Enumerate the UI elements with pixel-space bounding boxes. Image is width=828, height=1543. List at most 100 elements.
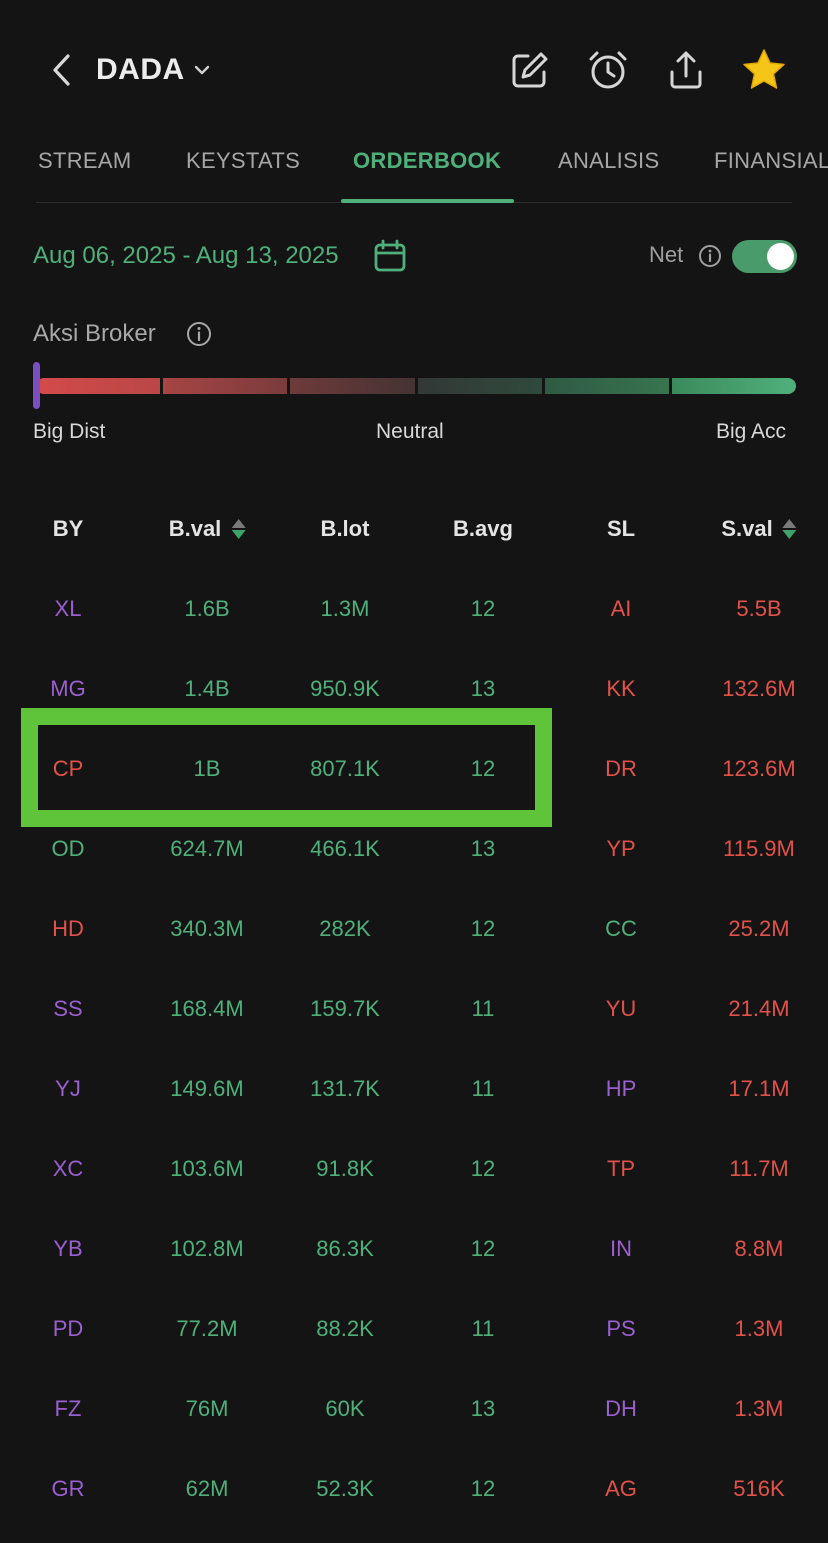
tab-bar: STREAM KEYSTATS ORDERBOOK ANALISIS FINAN… [0, 130, 828, 204]
table-row[interactable]: HD 340.3M 282K 12 CC 25.2M [0, 890, 828, 970]
sell-value: 1.3M [734, 1396, 784, 1421]
sell-value: 516K [733, 1476, 785, 1501]
buyer-broker-code[interactable]: XC [53, 1156, 84, 1182]
seller-broker-code[interactable]: CC [605, 916, 637, 942]
filter-row: Aug 06, 2025 - Aug 13, 2025 Net [0, 232, 828, 282]
buy-value: 149.6M [170, 1076, 244, 1101]
tab-keystats[interactable]: KEYSTATS [186, 148, 300, 174]
net-label: Net [649, 242, 684, 267]
seller-broker-code[interactable]: PS [606, 1316, 635, 1342]
seller-broker-code[interactable]: DR [605, 756, 637, 782]
date-range[interactable]: Aug 06, 2025 - Aug 13, 2025 [33, 242, 339, 270]
info-icon[interactable] [698, 244, 722, 268]
active-tab-indicator [341, 199, 514, 203]
alarm-button[interactable] [584, 46, 632, 94]
buy-value: 624.7M [170, 836, 244, 861]
table-row[interactable]: XL 1.6B 1.3M 12 AI 5.5B [0, 570, 828, 650]
share-icon [670, 51, 702, 89]
buyer-broker-code[interactable]: CP [53, 756, 84, 782]
table-row[interactable]: MG 1.4B 950.9K 13 KK 132.6M [0, 650, 828, 730]
back-button[interactable] [40, 48, 84, 92]
big-dist-label: Big Dist [33, 420, 106, 443]
star-icon [743, 49, 785, 89]
sort-icon[interactable] [782, 519, 797, 539]
watchlist-star-button[interactable] [740, 46, 788, 94]
buy-average: 12 [470, 1156, 496, 1181]
buyer-broker-code[interactable]: MG [50, 676, 85, 702]
share-button[interactable] [662, 46, 710, 94]
buy-average: 12 [470, 916, 496, 941]
calendar-icon[interactable] [372, 238, 408, 274]
seller-broker-code[interactable]: YP [606, 836, 635, 862]
table-row[interactable]: OD 624.7M 466.1K 13 YP 115.9M [0, 810, 828, 890]
buyer-broker-code[interactable]: GR [52, 1476, 85, 1502]
table-row[interactable]: YB 102.8M 86.3K 12 IN 8.8M [0, 1210, 828, 1290]
edit-button[interactable] [506, 46, 554, 94]
seller-broker-code[interactable]: DH [605, 1396, 637, 1422]
buyer-broker-code[interactable]: YB [53, 1236, 82, 1262]
info-icon[interactable] [186, 321, 212, 347]
buyer-broker-code[interactable]: XL [55, 596, 82, 622]
seller-broker-code[interactable]: KK [606, 676, 635, 702]
buyer-broker-code[interactable]: YJ [55, 1076, 81, 1102]
table-row[interactable]: XC 103.6M 91.8K 12 TP 11.7M [0, 1130, 828, 1210]
ticker-symbol: DADA [96, 53, 185, 86]
buy-value: 340.3M [170, 916, 244, 941]
header-sval[interactable]: S.val [721, 516, 797, 542]
buy-lot: 52.3K [316, 1476, 374, 1501]
header-bval[interactable]: B.val [169, 516, 246, 542]
buy-lot: 282K [319, 916, 371, 941]
chevron-down-icon [194, 65, 209, 75]
top-bar: DADA [0, 36, 828, 104]
buy-lot: 131.7K [310, 1076, 380, 1101]
seller-broker-code[interactable]: YU [606, 996, 637, 1022]
sell-value: 5.5B [736, 596, 782, 621]
seller-broker-code[interactable]: TP [607, 1156, 635, 1182]
sell-value: 8.8M [734, 1236, 784, 1261]
tab-stream[interactable]: STREAM [38, 148, 131, 174]
buy-lot: 1.3M [320, 596, 370, 621]
table-row[interactable]: PD 77.2M 88.2K 11 PS 1.3M [0, 1290, 828, 1370]
table-row[interactable]: SS 168.4M 159.7K 11 YU 21.4M [0, 970, 828, 1050]
buyer-broker-code[interactable]: PD [53, 1316, 84, 1342]
accumulation-gauge [36, 378, 796, 394]
buyer-broker-code[interactable]: SS [53, 996, 82, 1022]
gauge-segment [417, 378, 542, 394]
header-label: S.val [721, 516, 773, 541]
sort-icon[interactable] [231, 519, 246, 539]
table-row[interactable]: FZ 76M 60K 13 DH 1.3M [0, 1370, 828, 1450]
net-toggle[interactable] [732, 240, 797, 273]
buy-average: 11 [471, 996, 495, 1021]
broker-action-title: Aksi Broker [33, 320, 156, 347]
tab-orderbook[interactable]: ORDERBOOK [353, 148, 501, 174]
seller-broker-code[interactable]: AI [611, 596, 632, 622]
gauge-segment [36, 378, 161, 394]
tab-analisis[interactable]: ANALISIS [558, 148, 659, 174]
sell-value: 25.2M [728, 916, 790, 941]
sell-value: 115.9M [723, 836, 795, 861]
header-by: BY [53, 516, 84, 542]
seller-broker-code[interactable]: AG [605, 1476, 637, 1502]
buy-average: 12 [470, 1476, 496, 1501]
buy-lot: 466.1K [310, 836, 380, 861]
tab-finansial[interactable]: FINANSIAL [714, 148, 828, 174]
buy-lot: 950.9K [310, 676, 380, 701]
header-label: BY [52, 516, 84, 541]
buyer-broker-code[interactable]: OD [52, 836, 85, 862]
sell-value: 123.6M [722, 756, 796, 781]
gauge-marker [33, 362, 40, 409]
buy-value: 1.4B [184, 676, 230, 701]
buyer-broker-code[interactable]: HD [52, 916, 84, 942]
buyer-broker-code[interactable]: FZ [55, 1396, 82, 1422]
table-header: BY B.val B.lot B.avg SL S.val [0, 490, 828, 570]
seller-broker-code[interactable]: HP [606, 1076, 637, 1102]
buy-average: 13 [470, 836, 496, 861]
gauge-segment [671, 378, 796, 394]
buy-average: 13 [470, 676, 496, 701]
table-row[interactable]: GR 62M 52.3K 12 AG 516K [0, 1450, 828, 1530]
table-row[interactable]: CP 1B 807.1K 12 DR 123.6M [0, 730, 828, 810]
orderbook-screen: DADA STREAM KEYSTATS ORDERBOOK ANALISIS … [0, 0, 828, 1543]
seller-broker-code[interactable]: IN [610, 1236, 632, 1262]
table-row[interactable]: YJ 149.6M 131.7K 11 HP 17.1M [0, 1050, 828, 1130]
ticker-selector[interactable]: DADA [96, 48, 211, 92]
